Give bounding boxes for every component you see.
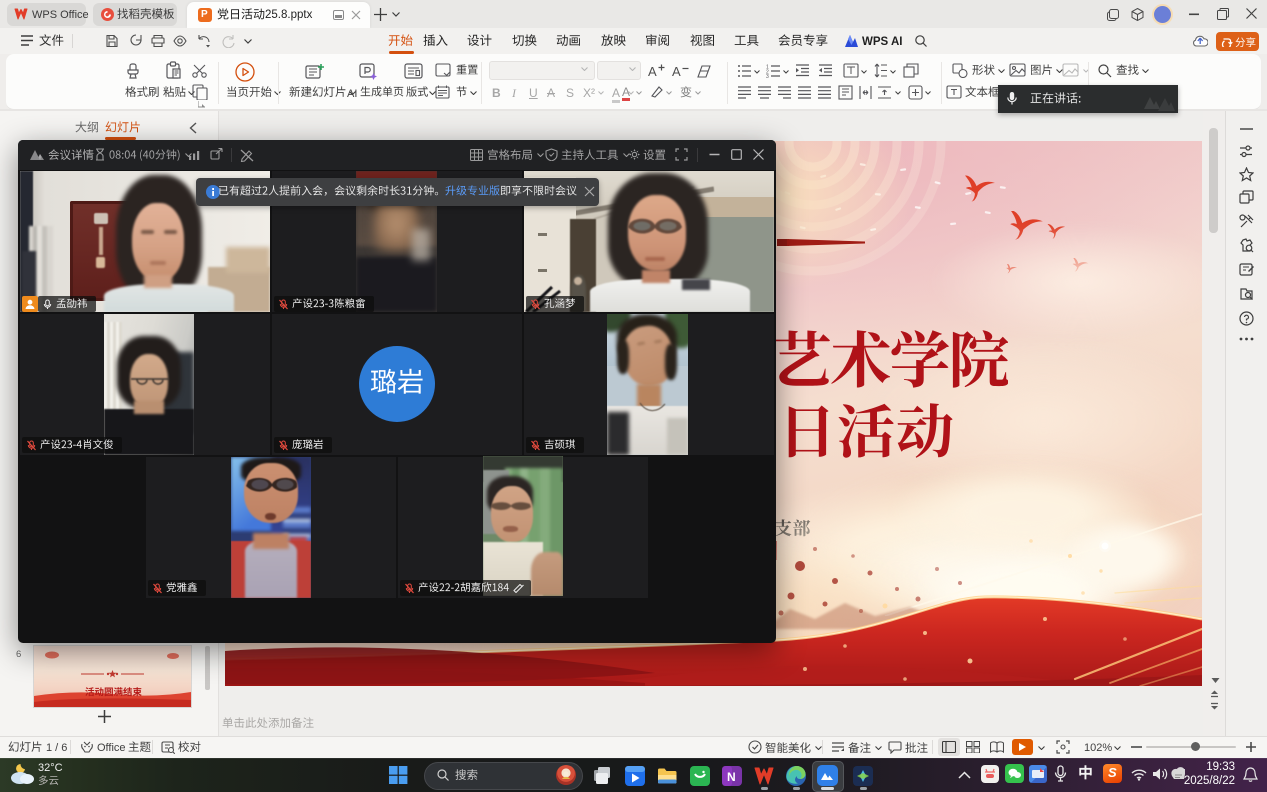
svg-text:3: 3: [766, 74, 769, 79]
svg-text:N: N: [727, 770, 736, 784]
